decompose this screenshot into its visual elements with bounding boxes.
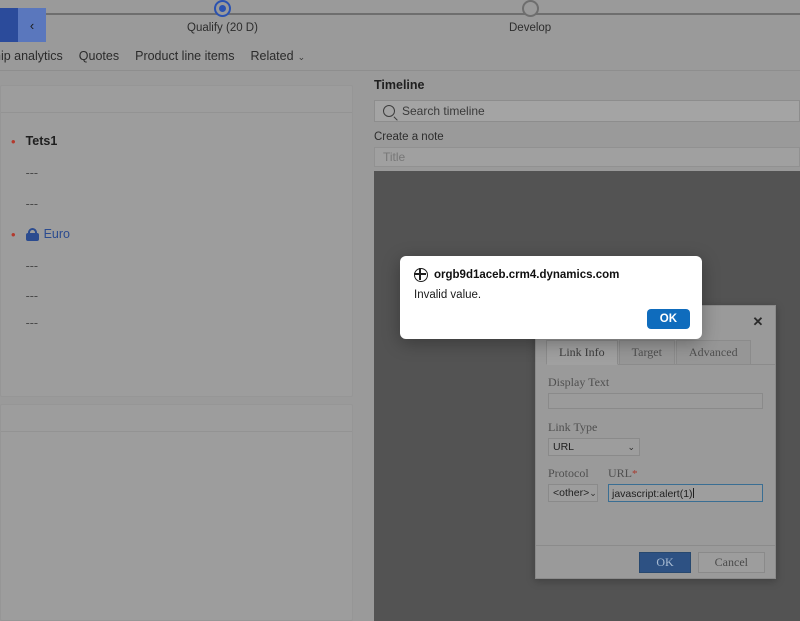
timeline-search-input[interactable]: Search timeline <box>374 100 800 122</box>
form-field-value: --- <box>25 316 39 330</box>
tab-link-info[interactable]: Link Info <box>546 340 618 365</box>
required-asterisk-icon: * <box>632 468 638 480</box>
process-stage-qualify[interactable]: Qualify (20 D) <box>187 0 258 34</box>
note-title-placeholder: Title <box>383 150 406 164</box>
timeline-title: Timeline <box>374 78 425 92</box>
chevron-down-icon: ⌄ <box>297 52 306 62</box>
lock-icon <box>25 227 39 241</box>
form-field-row[interactable]: • --- <box>11 259 39 273</box>
display-text-input[interactable] <box>548 393 763 409</box>
alert-origin-text: orgb9d1aceb.crm4.dynamics.com <box>434 269 620 281</box>
tab-advanced[interactable]: Advanced <box>675 340 751 364</box>
form-field-value: --- <box>25 166 39 180</box>
link-dialog-body: Display Text Link Type URL ⌄ Protocol <o… <box>536 365 775 502</box>
alert-message: Invalid value. <box>414 289 482 301</box>
tab-relationship-analytics[interactable]: hip analytics <box>0 49 63 63</box>
create-note-label: Create a note <box>374 131 444 143</box>
url-input[interactable]: javascript:alert(1) <box>608 484 763 502</box>
tab-related[interactable]: Related ⌄ <box>250 49 305 63</box>
browser-alert-dialog: orgb9d1aceb.crm4.dynamics.com Invalid va… <box>400 256 702 339</box>
process-stage-label: Develop <box>509 22 552 34</box>
form-field-value: --- <box>25 259 39 273</box>
url-value: javascript:alert(1) <box>612 488 693 500</box>
protocol-value: <other> <box>553 487 590 499</box>
protocol-label: Protocol <box>548 466 589 480</box>
tab-related-label: Related <box>250 49 294 63</box>
alert-ok-button[interactable]: OK <box>646 309 690 329</box>
form-section-card: • Tets1 • --- • --- • Euro • --- • <box>0 85 353 397</box>
text-caret <box>692 488 694 498</box>
form-field-row[interactable]: • --- <box>11 166 39 180</box>
display-text-label: Display Text <box>548 375 610 389</box>
form-section-header <box>1 405 352 432</box>
link-type-label: Link Type <box>548 420 598 434</box>
form-field-row[interactable]: • --- <box>11 316 39 330</box>
form-section-card-secondary <box>0 404 353 621</box>
alert-origin-row: orgb9d1aceb.crm4.dynamics.com <box>400 256 702 282</box>
process-stage-label: Qualify (20 D) <box>187 22 258 34</box>
process-stage-develop[interactable]: Develop <box>509 0 551 34</box>
link-type-select[interactable]: URL ⌄ <box>548 438 640 456</box>
chevron-left-icon[interactable]: ‹ <box>18 8 46 42</box>
alert-actions: OK <box>646 309 690 329</box>
link-type-value: URL <box>553 441 575 453</box>
form-field-value: Euro <box>43 227 70 241</box>
tab-quotes[interactable]: Quotes <box>79 49 119 63</box>
business-process-flow-bar: ‹ Qualify (20 D) Develop <box>0 0 800 42</box>
protocol-select[interactable]: <other> ⌄ <box>548 484 598 502</box>
process-track <box>46 13 800 15</box>
link-dialog-footer: OK Cancel <box>536 545 775 578</box>
url-label-text: URL <box>608 466 632 480</box>
form-field-row[interactable]: • --- <box>11 289 39 303</box>
required-indicator-icon: • <box>11 226 16 242</box>
note-title-input[interactable]: Title <box>374 147 800 167</box>
link-dialog-ok-button[interactable]: OK <box>639 551 691 573</box>
link-dialog: ✕ Link Info Target Advanced Display Text… <box>535 305 776 579</box>
search-icon <box>383 105 395 117</box>
form-field-row-currency[interactable]: • Euro <box>11 227 70 241</box>
form-section-header <box>1 86 352 113</box>
form-tab-strip: hip analytics Quotes Product line items … <box>0 42 800 71</box>
form-field-value: Tets1 <box>25 134 58 148</box>
protocol-url-row: Protocol <other> ⌄ URL* javascript:alert… <box>548 466 763 502</box>
close-icon[interactable]: ✕ <box>751 314 765 329</box>
form-field-value: --- <box>25 289 39 303</box>
required-indicator-icon: • <box>11 133 16 149</box>
url-label: URL* <box>608 466 763 481</box>
stage-node-active-icon <box>213 0 231 17</box>
chevron-down-icon: ⌄ <box>627 441 635 452</box>
timeline-search-placeholder: Search timeline <box>402 104 485 118</box>
globe-icon <box>413 267 428 282</box>
form-field-row[interactable]: • Tets1 <box>11 134 57 148</box>
back-arrow-icon[interactable] <box>0 8 18 42</box>
link-dialog-tabs: Link Info Target Advanced <box>546 340 775 365</box>
tab-product-line-items[interactable]: Product line items <box>135 49 234 63</box>
chevron-down-icon: ⌄ <box>589 487 597 498</box>
tab-target[interactable]: Target <box>618 340 675 364</box>
form-field-value: --- <box>25 197 39 211</box>
stage-node-idle-icon <box>521 0 539 17</box>
link-dialog-cancel-button[interactable]: Cancel <box>697 551 765 573</box>
form-left-column: • Tets1 • --- • --- • Euro • --- • <box>0 71 358 621</box>
form-field-row[interactable]: • --- <box>11 197 39 211</box>
